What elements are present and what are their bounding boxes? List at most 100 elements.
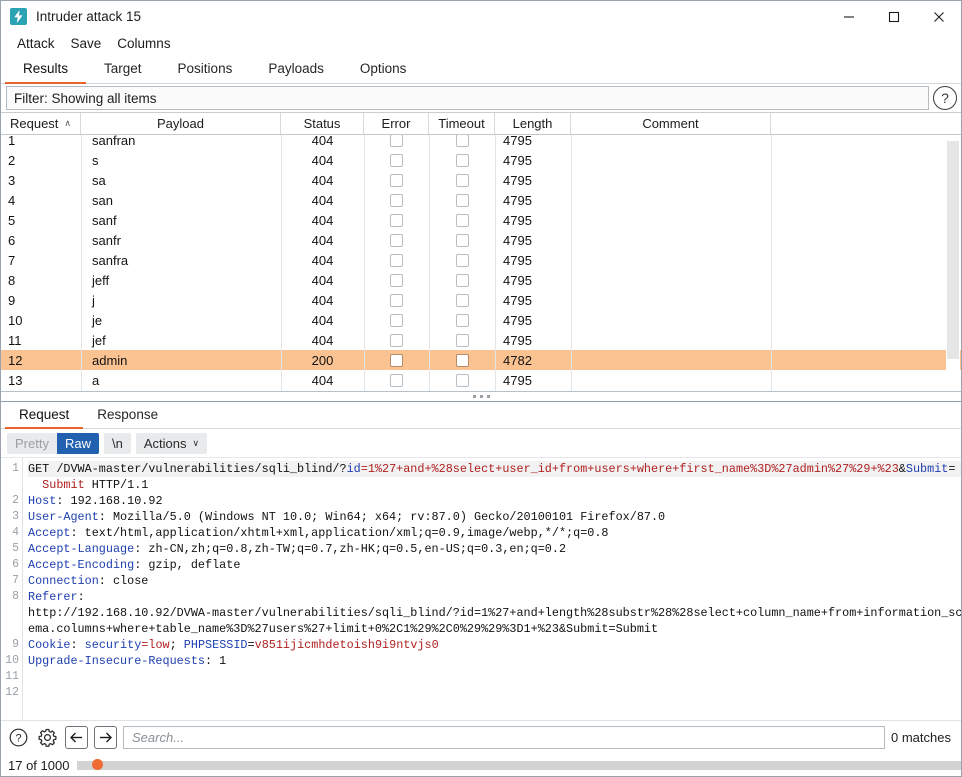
- panel-splitter[interactable]: [1, 392, 961, 402]
- error-checkbox[interactable]: [390, 253, 403, 267]
- timeout-checkbox[interactable]: [455, 273, 469, 287]
- column-header-status[interactable]: Status: [281, 113, 364, 134]
- cell-comment: [571, 230, 771, 250]
- error-checkbox[interactable]: [390, 273, 403, 287]
- request-token: Accept-Language: [28, 542, 135, 556]
- error-checkbox[interactable]: [390, 173, 403, 187]
- menu-columns[interactable]: Columns: [109, 34, 178, 53]
- request-token: ;: [169, 638, 184, 652]
- column-header-length[interactable]: Length: [495, 113, 571, 134]
- error-checkbox[interactable]: [390, 213, 403, 227]
- timeout-checkbox[interactable]: [455, 333, 469, 347]
- search-previous-button[interactable]: [65, 726, 88, 749]
- timeout-checkbox[interactable]: [455, 153, 469, 167]
- column-header-error[interactable]: Error: [364, 113, 429, 134]
- cell-payload: sanfr: [92, 232, 121, 248]
- tab-results[interactable]: Results: [5, 54, 87, 84]
- cell-comment: [571, 150, 771, 170]
- table-row[interactable]: 3 sa 404 4795: [1, 170, 961, 190]
- error-checkbox[interactable]: [390, 153, 403, 167]
- request-token: ema.columns+where+table_name%3D%27users%…: [28, 622, 659, 636]
- pretty-button[interactable]: Pretty: [7, 432, 57, 454]
- table-row[interactable]: 10 je 404 4795: [1, 310, 961, 330]
- request-token: : gzip, deflate: [134, 558, 241, 572]
- error-checkbox[interactable]: [390, 135, 403, 147]
- tab-options[interactable]: Options: [342, 54, 425, 84]
- line-number: 6: [12, 558, 19, 571]
- column-header-payload[interactable]: Payload: [81, 113, 281, 134]
- cell-payload: jef: [92, 332, 106, 348]
- cell-request: 7: [8, 252, 16, 268]
- timeout-checkbox[interactable]: [455, 373, 469, 387]
- table-row[interactable]: 1 sanfran 404 4795: [1, 135, 961, 150]
- search-input[interactable]: Search...: [123, 726, 886, 749]
- filter-help-icon[interactable]: ?: [933, 86, 957, 110]
- results-scrollbar-thumb[interactable]: [947, 141, 959, 359]
- cell-timeout: [429, 310, 495, 330]
- cell-request: 4: [8, 192, 16, 208]
- cell-error: [364, 370, 429, 390]
- cell-spacer: [771, 135, 961, 150]
- timeout-checkbox[interactable]: [455, 233, 469, 247]
- filter-field[interactable]: Filter: Showing all items: [6, 86, 929, 110]
- menu-attack[interactable]: Attack: [9, 34, 63, 53]
- column-header-comment[interactable]: Comment: [571, 113, 771, 134]
- table-row[interactable]: 5 sanf 404 4795: [1, 210, 961, 230]
- newline-button[interactable]: \n: [103, 432, 131, 454]
- table-row[interactable]: 8 jeff 404 4795: [1, 270, 961, 290]
- tab-payloads[interactable]: Payloads: [250, 54, 342, 84]
- request-token: : text/html,application/xhtml+xml,applic…: [70, 526, 609, 540]
- window-title: Intruder attack 15: [36, 9, 142, 24]
- error-checkbox[interactable]: [390, 293, 403, 307]
- error-checkbox[interactable]: [390, 373, 403, 387]
- gear-icon[interactable]: [36, 726, 59, 749]
- tab-positions[interactable]: Positions: [160, 54, 251, 84]
- tab-target[interactable]: Target: [86, 54, 160, 84]
- column-header-timeout[interactable]: Timeout: [429, 113, 495, 134]
- timeout-checkbox[interactable]: [455, 173, 469, 187]
- cell-spacer: [771, 270, 961, 290]
- cell-status: 404: [311, 372, 334, 388]
- request-content[interactable]: GET /DVWA-master/vulnerabilities/sqli_bl…: [23, 458, 961, 720]
- search-help-icon[interactable]: ?: [7, 726, 30, 749]
- actions-button[interactable]: Actions ∨: [135, 432, 208, 454]
- request-viewer[interactable]: 1 2 3 4 5 6 7 8 9 10 11 12 GET /DVWA-master/vulne…: [1, 457, 961, 720]
- close-button[interactable]: [916, 1, 961, 32]
- line-number: 11: [5, 670, 19, 683]
- timeout-checkbox[interactable]: [455, 293, 469, 307]
- tab-request[interactable]: Request: [5, 402, 84, 429]
- results-scrollbar[interactable]: [946, 135, 960, 391]
- table-row[interactable]: 6 sanfr 404 4795: [1, 230, 961, 250]
- table-row[interactable]: 7 sanfra 404 4795: [1, 250, 961, 270]
- cell-timeout: [429, 190, 495, 210]
- raw-button[interactable]: Raw: [56, 432, 99, 454]
- menu-save[interactable]: Save: [63, 34, 110, 53]
- request-token: Accept-Encoding: [28, 558, 135, 572]
- error-checkbox[interactable]: [390, 333, 403, 347]
- table-row[interactable]: 12 admin 200 4782: [1, 350, 961, 370]
- minimize-button[interactable]: [826, 1, 871, 32]
- maximize-button[interactable]: [871, 1, 916, 32]
- error-checkbox[interactable]: [390, 193, 403, 207]
- timeout-checkbox[interactable]: [455, 213, 469, 227]
- cell-spacer: [771, 250, 961, 270]
- table-row[interactable]: 2 s 404 4795: [1, 150, 961, 170]
- search-next-button[interactable]: [94, 726, 117, 749]
- timeout-checkbox[interactable]: [455, 313, 469, 327]
- column-header-spacer[interactable]: [771, 113, 961, 134]
- error-checkbox[interactable]: [390, 233, 403, 247]
- timeout-checkbox[interactable]: [455, 353, 469, 367]
- cell-status: 404: [311, 312, 334, 328]
- table-row[interactable]: 4 san 404 4795: [1, 190, 961, 210]
- timeout-checkbox[interactable]: [455, 135, 469, 147]
- timeout-checkbox[interactable]: [455, 253, 469, 267]
- table-row[interactable]: 9 j 404 4795: [1, 290, 961, 310]
- table-row[interactable]: 13 a 404 4795: [1, 370, 961, 390]
- request-token: PHPSESSID: [183, 638, 248, 652]
- error-checkbox[interactable]: [390, 353, 403, 367]
- timeout-checkbox[interactable]: [455, 193, 469, 207]
- table-row[interactable]: 11 jef 404 4795: [1, 330, 961, 350]
- column-header-request[interactable]: Request ∧: [1, 113, 81, 134]
- tab-response[interactable]: Response: [83, 402, 172, 429]
- error-checkbox[interactable]: [390, 313, 403, 327]
